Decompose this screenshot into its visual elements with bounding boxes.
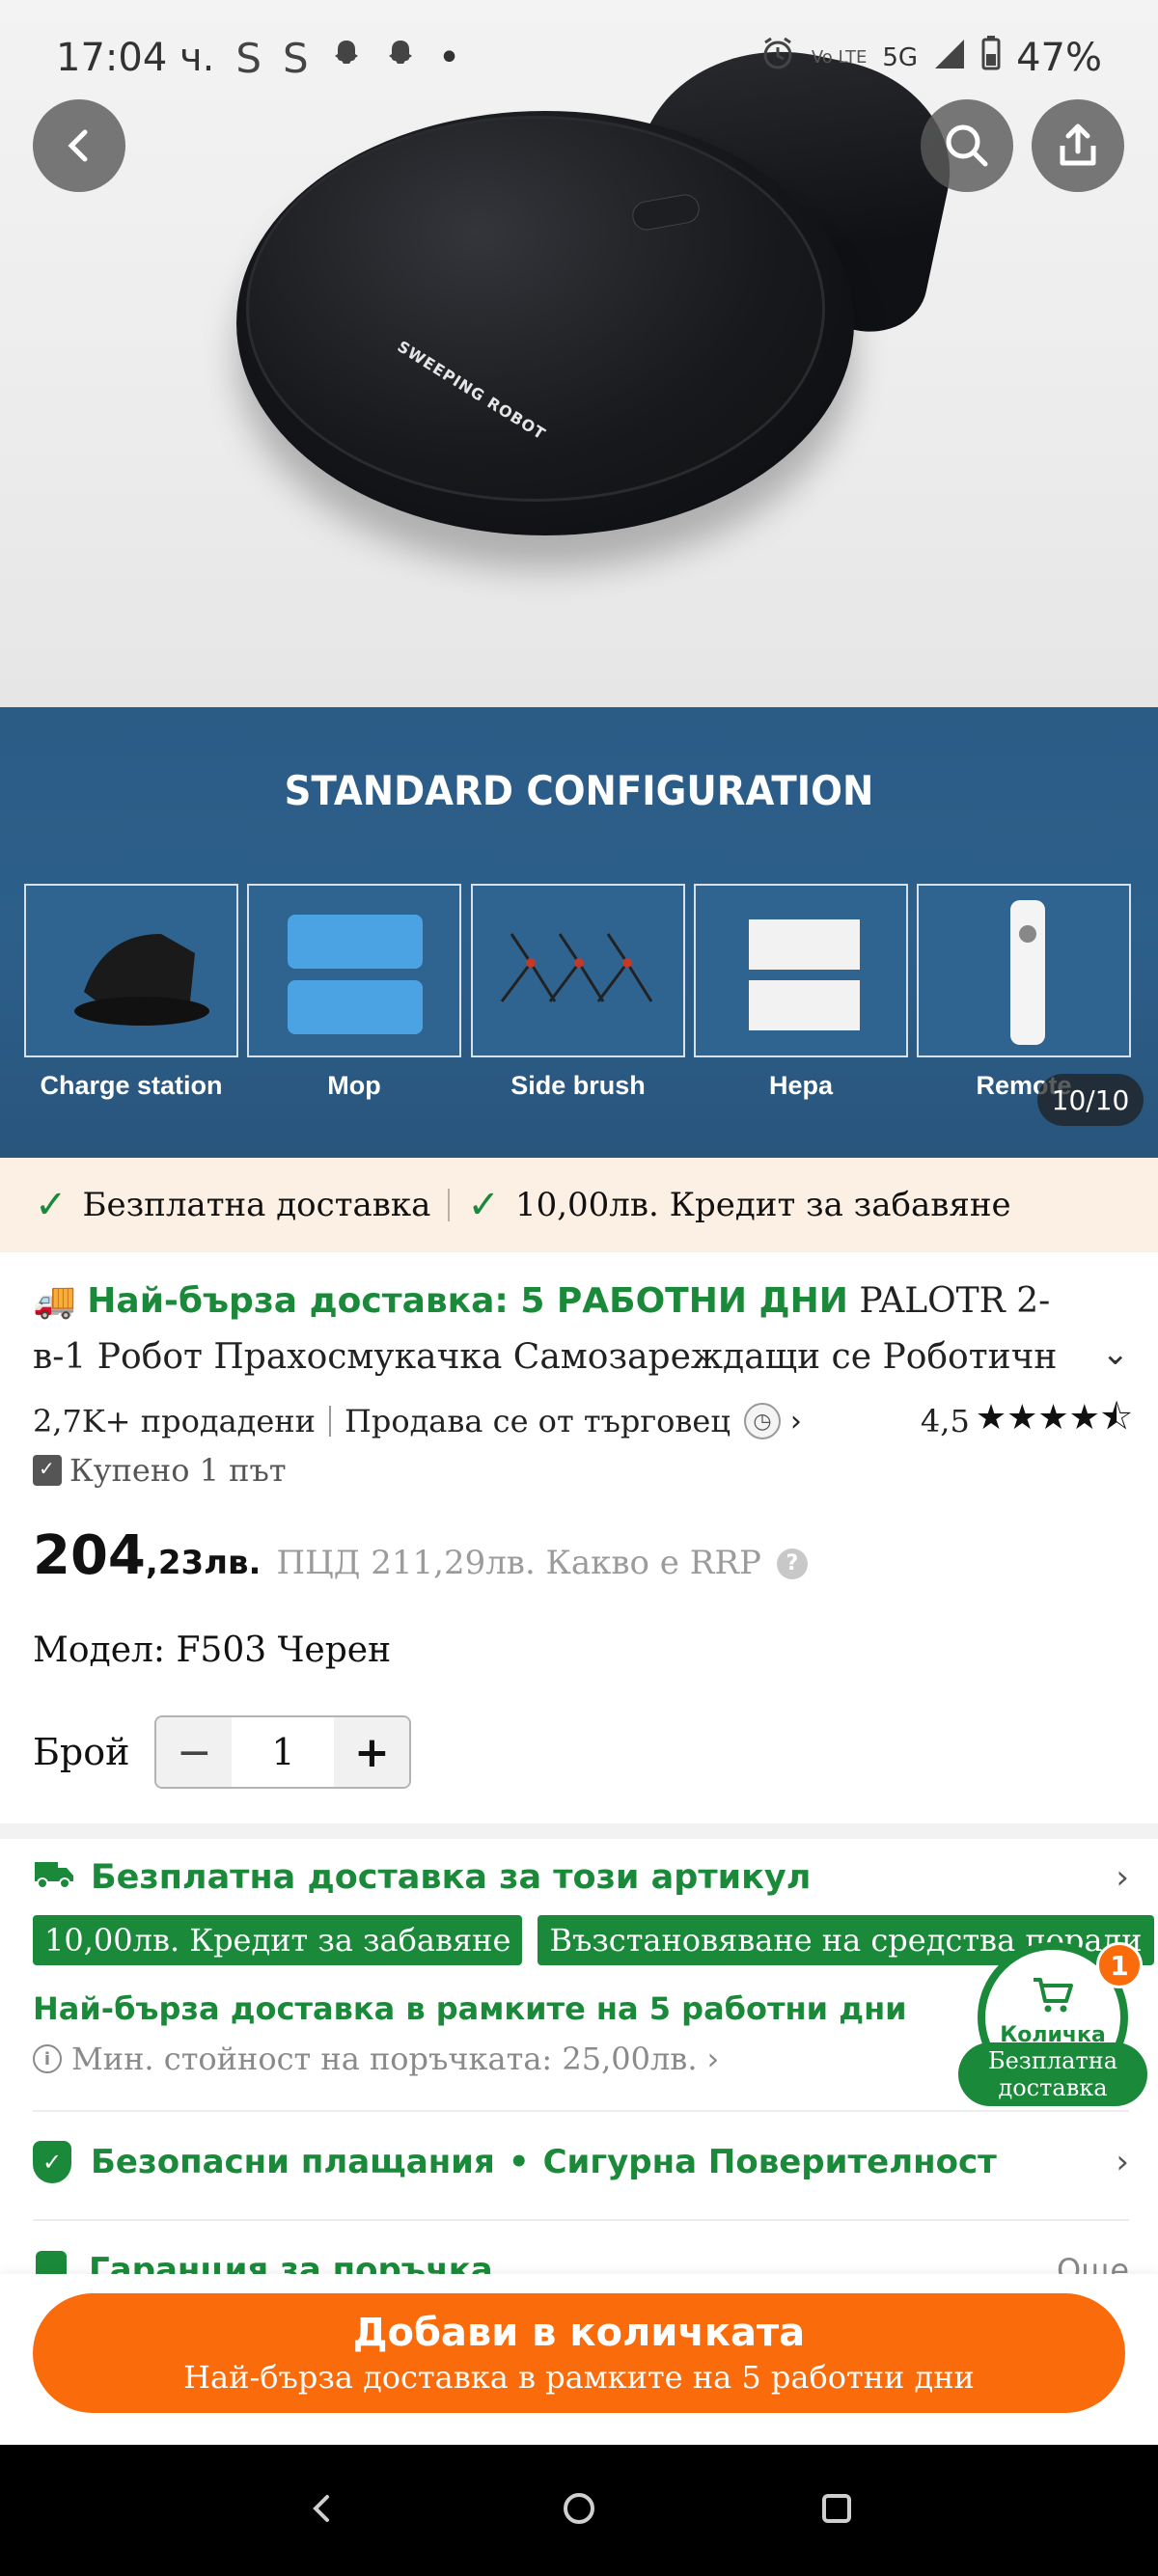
- product-image-gallery[interactable]: SWEEPING ROBOT 17:04 ч. S S • Vo LTE 5G …: [0, 0, 1158, 707]
- status-time: 17:04 ч.: [56, 36, 215, 80]
- notification-dot: •: [437, 36, 461, 80]
- image-pager: 10/10: [1037, 1074, 1144, 1126]
- system-navigation-bar: [0, 2445, 1158, 2576]
- quantity-label: Брой: [33, 1731, 130, 1773]
- promo-delay-credit: 10,00лв. Кредит за забавяне: [514, 1186, 1011, 1224]
- snapchat-icon: [384, 36, 417, 80]
- snapchat-icon: [330, 36, 363, 80]
- privacy-label: Сигурна Поверителност: [542, 2143, 997, 2181]
- hepa-filter-image: [694, 884, 908, 1057]
- fast-shipping-text: Най-бърза доставка в рамките на 5 работн…: [33, 1990, 907, 2027]
- chevron-right-icon: ›: [706, 2041, 720, 2077]
- truck-icon: 🚚: [33, 1281, 76, 1321]
- nav-back-icon[interactable]: [302, 2489, 341, 2532]
- divider: [33, 2110, 1129, 2112]
- quantity-value[interactable]: 1: [232, 1731, 334, 1773]
- product-meta-row: 2,7K+ продадени Продава се от търговец ◷…: [33, 1397, 1133, 1445]
- side-brush-image: [471, 884, 685, 1057]
- network-type: 5G: [882, 43, 919, 72]
- chevron-left-icon: [68, 129, 88, 162]
- free-shipping-label: Безплатна доставка за този артикул: [91, 1858, 812, 1897]
- separator-dot: •: [508, 2143, 530, 2181]
- promo-free-shipping: Безплатна доставка: [82, 1186, 431, 1224]
- divider: [448, 1189, 451, 1221]
- volte-indicator: Vo LTE: [811, 47, 868, 68]
- cart-icon: [1032, 1976, 1074, 2023]
- bottom-action-bar: Добави в количката Най-бърза доставка в …: [0, 2274, 1158, 2445]
- price-rrp[interactable]: ПЦД 211,29лв. Какво е RRP: [276, 1544, 760, 1582]
- secure-payments-label: Безопасни плащания: [91, 2143, 495, 2181]
- charge-station-image: [24, 884, 238, 1057]
- divider: [33, 2219, 1129, 2221]
- free-shipping-row[interactable]: Безплатна доставка за този артикул ›: [33, 1852, 1129, 1903]
- share-button[interactable]: [1032, 99, 1124, 192]
- fast-delivery-badge: Най-бърза доставка: 5 РАБОТНИ ДНИ: [87, 1281, 848, 1321]
- decrement-button[interactable]: −: [156, 1717, 233, 1787]
- config-label: Hepa: [768, 1071, 834, 1100]
- product-page: SWEEPING ROBOT 17:04 ч. S S • Vo LTE 5G …: [0, 0, 1158, 2576]
- quantity-stepper: − 1 +: [154, 1715, 412, 1789]
- shield-check-icon: ✓: [33, 2141, 71, 2183]
- signal-icon: [933, 36, 966, 80]
- min-order-row[interactable]: i Мин. стойност на поръчката: 25,00лв. ›: [33, 2041, 719, 2077]
- chevron-right-icon: ›: [1116, 2143, 1129, 2181]
- help-icon[interactable]: ?: [776, 1548, 808, 1579]
- chevron-right-icon: ›: [1116, 1858, 1129, 1897]
- sold-count: 2,7K+ продадени: [33, 1403, 316, 1439]
- shopping-bag-icon: [33, 1455, 62, 1486]
- add-to-cart-sublabel: Най-бърза доставка в рамките на 5 работн…: [183, 2359, 975, 2396]
- chevron-down-icon[interactable]: ⌄: [1102, 1334, 1130, 1373]
- rating[interactable]: 4,5 ★★★★⯪: [921, 1392, 1133, 1451]
- config-title: STANDARD CONFIGURATION: [284, 767, 874, 814]
- configuration-banner[interactable]: STANDARD CONFIGURATION Charge station Mo…: [0, 707, 1158, 1158]
- share-icon: [1060, 123, 1096, 166]
- secure-payments-row[interactable]: ✓ Безопасни плащания • Сигурна Поверител…: [33, 2137, 1129, 2187]
- star-rating-icon: ★★★★⯪: [975, 1397, 1133, 1438]
- status-bar: 17:04 ч. S S • Vo LTE 5G 47%: [0, 0, 1158, 116]
- truck-icon: [33, 1856, 75, 1900]
- add-to-cart-button[interactable]: Добави в количката Най-бърза доставка в …: [33, 2293, 1125, 2413]
- divider: [328, 1406, 331, 1437]
- product-title[interactable]: 🚚 Най-бърза доставка: 5 РАБОТНИ ДНИ PALO…: [33, 1274, 1085, 1385]
- floating-cart[interactable]: Количка 1 Безплатна доставка: [958, 1942, 1147, 2106]
- seller-avatar-icon: ◷: [743, 1403, 781, 1439]
- bought-info: Купено 1 път: [33, 1452, 287, 1489]
- search-icon: [946, 124, 988, 167]
- check-icon: ✓: [35, 1183, 68, 1227]
- delay-credit-tag: 10,00лв. Кредит за забавяне: [33, 1915, 523, 1965]
- promo-strip[interactable]: ✓ Безплатна доставка ✓ 10,00лв. Кредит з…: [0, 1158, 1158, 1252]
- increment-button[interactable]: +: [334, 1717, 410, 1787]
- bought-count: Купено 1 път: [69, 1452, 287, 1489]
- remote-image: [917, 884, 1131, 1057]
- robot-top-image: [246, 116, 825, 502]
- section-divider: [0, 1823, 1158, 1839]
- config-label: Charge station: [40, 1071, 223, 1100]
- cart-free-shipping-pill: Безплатна доставка: [958, 2042, 1147, 2106]
- nav-recents-icon[interactable]: [817, 2489, 856, 2532]
- cart-count-badge: 1: [1096, 1942, 1143, 1988]
- nav-home-icon[interactable]: [560, 2489, 598, 2532]
- model-selector[interactable]: Модел: F503 Черен: [33, 1631, 391, 1670]
- alarm-icon: [759, 35, 796, 81]
- price-main: 204: [33, 1524, 146, 1587]
- battery-percent: 47%: [1016, 36, 1102, 80]
- min-order-text: Мин. стойност на поръчката: 25,00лв.: [71, 2041, 698, 2077]
- price-row: 204 ,23лв. ПЦД 211,29лв. Какво е RRP ?: [33, 1524, 808, 1587]
- info-icon: i: [33, 2044, 62, 2073]
- add-to-cart-label: Добави в количката: [352, 2311, 806, 2355]
- rating-value: 4,5: [920, 1403, 970, 1439]
- price-decimal: ,23лв.: [145, 1544, 262, 1582]
- mop-image: [247, 884, 461, 1057]
- config-label: Side brush: [510, 1071, 646, 1100]
- s-app-icon: S: [235, 34, 262, 82]
- chevron-right-icon[interactable]: ›: [790, 1405, 802, 1439]
- back-button[interactable]: [33, 99, 125, 192]
- config-label: Mop: [327, 1071, 381, 1100]
- check-icon: ✓: [467, 1183, 500, 1227]
- s-app-icon: S: [283, 34, 309, 82]
- search-button[interactable]: [921, 99, 1013, 192]
- battery-icon: [981, 36, 1001, 80]
- quantity-row: Брой − 1 +: [33, 1715, 412, 1789]
- seller-link[interactable]: Продава се от търговец: [345, 1403, 731, 1439]
